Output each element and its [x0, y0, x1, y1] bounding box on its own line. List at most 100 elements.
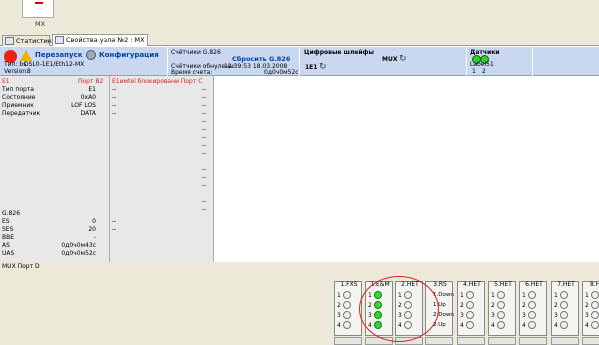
tab-node-properties[interactable]: Свойства узла №2 : MX [52, 34, 148, 46]
port-led-row: 4 [552, 321, 580, 330]
port-label: 1.FXS [340, 281, 358, 288]
led-off-icon [528, 311, 536, 319]
row-ses: SES 20 [2, 226, 96, 233]
led-off-icon [591, 311, 599, 319]
mid-row-6: -- [201, 126, 206, 133]
sensor-2-num: 2 [482, 68, 486, 75]
led-number: 1 [337, 292, 341, 299]
loop-mux-icon[interactable]: ↻ [399, 54, 407, 64]
g826-title: G.826 [2, 210, 21, 217]
port-led-row: 3 [583, 311, 599, 320]
count-time-value: 0д0ч0м52с [264, 69, 299, 76]
port-led-row: 4 [583, 321, 599, 330]
led-number: 4 [585, 322, 589, 329]
type-value: DSL0-1E1/Eth12-MX [24, 61, 85, 68]
sensors-section: Датчики Label51 1 2 [467, 47, 533, 76]
tab-statistics[interactable]: Статистика [2, 35, 56, 46]
port-button[interactable] [425, 337, 453, 345]
port-led-row: 1 [489, 291, 517, 300]
mid-row-14: -- [201, 206, 206, 213]
port-led-row: 3 [552, 311, 580, 320]
mux-port-label: MUX Порт D [2, 263, 40, 270]
led-off-icon [466, 301, 474, 309]
mid-row-5: -- [201, 118, 206, 125]
led-off-icon [343, 301, 351, 309]
led-off-icon [528, 321, 536, 329]
port-led-row: 1 [552, 291, 580, 300]
led-number: 1 [554, 292, 558, 299]
led-number: 4 [491, 322, 495, 329]
port-button[interactable] [582, 337, 599, 345]
led-off-icon [466, 321, 474, 329]
row-uas: UAS 0д0ч0м52с [2, 250, 96, 257]
led-number: 4 [337, 322, 341, 329]
led-off-icon [560, 321, 568, 329]
node-icon[interactable] [22, 0, 54, 18]
port-label: 6.НЕТ [525, 281, 543, 288]
port-button[interactable] [334, 337, 362, 345]
port-c-header: Е1имtel блокировани Порт С [112, 78, 203, 85]
mid-row-4: -- -- [112, 110, 206, 117]
port-led-row: 2 [458, 301, 486, 310]
config-button[interactable]: Конфигурация [99, 51, 159, 59]
port-button[interactable] [551, 337, 579, 345]
led-number: 3 [554, 312, 558, 319]
row-transmitter: Передатчик DATA [2, 110, 96, 117]
count-time-label: Время счета: [171, 69, 213, 76]
restart-button[interactable]: Перезапуск [35, 51, 82, 59]
node-caption: MX [34, 20, 46, 28]
row-receiver: Приемник LOF LOS [2, 102, 96, 109]
led-number: 3 [491, 312, 495, 319]
led-number: 2 [554, 302, 558, 309]
led-off-icon [343, 321, 351, 329]
port-led-row: 1 [583, 291, 599, 300]
port-button[interactable] [488, 337, 516, 345]
counters-title: Счётчики G.826 [171, 49, 221, 56]
led-number: 4 [522, 322, 526, 329]
mid-row-2: -- -- [112, 94, 206, 101]
port-button[interactable] [457, 337, 485, 345]
reset-g826-button[interactable]: Сбросить G.826 [232, 55, 290, 63]
loop-e1-icon[interactable]: ↻ [319, 62, 327, 72]
led-off-icon [466, 311, 474, 319]
port-label: 8.НЕ [589, 281, 599, 288]
properties-icon [55, 36, 64, 44]
led-off-icon [560, 291, 568, 299]
port-label: 5.НЕТ [494, 281, 512, 288]
port-module: 8.НЕ1 2 3 4 [582, 281, 599, 336]
port-led-row: 4 [335, 321, 363, 330]
warning-icon [20, 50, 32, 61]
port-led-row: 2 [520, 301, 548, 310]
toolbar-area [0, 0, 599, 34]
port-led-row: 4 [458, 321, 486, 330]
e1-port-label: Порт В2 [78, 78, 104, 85]
led-number: 2 [522, 302, 526, 309]
led-off-icon [497, 301, 505, 309]
port-led-row: 3 [458, 311, 486, 320]
port-label: 3.RS [433, 281, 447, 288]
tab-bar: Статистика Свойства узла №2 : MX [0, 34, 599, 46]
version-value: 8 [27, 68, 31, 75]
port-led-row: 3 [520, 311, 548, 320]
led-off-icon [343, 311, 351, 319]
loop-mux-label: MUX [382, 56, 398, 63]
port-button[interactable] [519, 337, 547, 345]
row-bbe: BBE - [2, 234, 96, 241]
statistics-icon [5, 37, 14, 45]
led-number: 3 [460, 312, 464, 319]
led-off-icon [497, 291, 505, 299]
loop-e1-label: 1E1 [305, 64, 318, 71]
port-module: 7.НЕТ 1 2 3 4 [551, 281, 579, 336]
mid-row-16: -- [112, 226, 117, 233]
port-label: 7.НЕТ [557, 281, 575, 288]
led-off-icon [591, 301, 599, 309]
mid-row-15: -- [112, 218, 117, 225]
port-led-row: 2 [552, 301, 580, 310]
digital-loops-section: Цифровые шлейфы 1E1 ↻ MUX ↻ [300, 47, 467, 76]
mid-row-1: -- -- [112, 86, 206, 93]
e1-port-panel: E1 Порт В2 Тип порта E1 Состояние 0xA0 При… [0, 76, 110, 262]
mid-row-13: -- [201, 198, 206, 205]
port-led-row: 1 [520, 291, 548, 300]
led-off-icon [591, 291, 599, 299]
version-label: Version: [4, 68, 29, 75]
